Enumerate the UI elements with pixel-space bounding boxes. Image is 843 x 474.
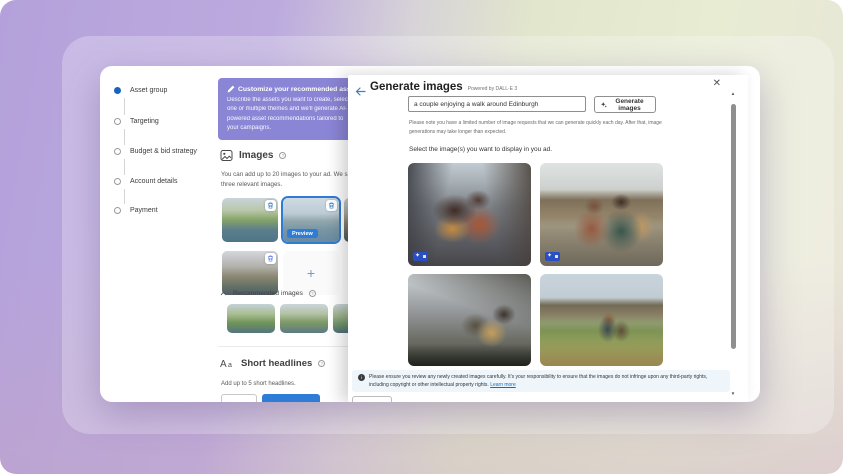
generated-image-3[interactable] — [408, 274, 531, 366]
dialog-scrollbar[interactable]: ▲ ▼ — [729, 91, 737, 396]
generate-images-button-label: Generate images — [610, 98, 649, 112]
back-button[interactable] — [355, 83, 366, 101]
disclaimer-line: including copyright or other intellectua… — [369, 382, 489, 388]
image-icon — [220, 149, 233, 162]
dialog-header: Generate images Powered by DALL·E 3 — [370, 81, 517, 93]
step-label: Asset group — [130, 87, 167, 94]
generated-image-2[interactable]: ✦ — [540, 163, 663, 266]
quota-note-line: generations may take longer than expecte… — [409, 128, 662, 137]
generated-image-1[interactable]: ✦ — [408, 163, 531, 266]
step-label: Account details — [130, 178, 177, 185]
scroll-down-arrow[interactable]: ▼ — [729, 391, 737, 396]
ads-wizard-window: Asset group Targeting Budget & bid strat… — [100, 66, 760, 402]
dialog-title: Generate images — [370, 81, 463, 93]
delete-image-button[interactable] — [265, 200, 276, 211]
generated-image-4[interactable] — [540, 274, 663, 366]
content-credentials-badge: ✦ — [413, 252, 428, 261]
step-budget-bid-strategy[interactable]: Budget & bid strategy — [114, 148, 197, 155]
dialog-button-cropped[interactable] — [352, 396, 392, 402]
stepper-connector — [124, 189, 125, 204]
images-section-title: Images — [239, 150, 273, 161]
stepper-connector — [124, 129, 125, 145]
close-button[interactable]: ✕ — [713, 79, 721, 89]
step-label: Budget & bid strategy — [130, 148, 197, 155]
primary-button-cropped[interactable] — [262, 394, 320, 402]
uploaded-image-thumbnail-selected[interactable]: Preview — [281, 196, 341, 244]
trash-icon — [267, 255, 274, 262]
uploaded-image-thumbnail[interactable] — [222, 251, 278, 295]
step-asset-group[interactable]: Asset group — [114, 87, 167, 94]
trash-icon — [328, 202, 335, 209]
info-icon — [358, 374, 365, 381]
help-icon[interactable] — [279, 152, 286, 159]
stepper-connector — [124, 98, 125, 115]
banner-title: Customize your recommended assets — [238, 86, 360, 93]
short-headlines-description: Add up to 5 short headlines. — [221, 381, 296, 387]
scrollbar-thumb[interactable] — [731, 104, 736, 349]
step-dot — [114, 148, 121, 155]
disclaimer-text: Please ensure you review any newly creat… — [369, 373, 722, 389]
svg-text:a: a — [228, 362, 232, 369]
uploaded-image-thumbnail[interactable] — [222, 198, 278, 242]
short-headlines-title: Short headlines — [241, 358, 312, 369]
recommended-image-thumbnail[interactable] — [280, 304, 328, 333]
delete-image-button[interactable] — [265, 253, 276, 264]
step-account-details[interactable]: Account details — [114, 178, 177, 185]
preview-badge[interactable]: Preview — [287, 229, 318, 238]
recommended-images-header[interactable]: Recommended images — [220, 290, 316, 297]
add-image-tile[interactable]: + — [283, 251, 339, 295]
generate-images-dialog: Generate images Powered by DALL·E 3 ✕ Ge… — [348, 75, 748, 402]
step-label: Targeting — [130, 118, 159, 125]
plus-icon: + — [307, 265, 315, 281]
chevron-up-icon — [220, 291, 227, 296]
recommended-images-label: Recommended images — [233, 290, 303, 297]
step-dot — [114, 178, 121, 185]
sparkle-icon — [601, 101, 607, 109]
powered-by-label: Powered by DALL·E 3 — [468, 86, 517, 92]
wizard-stepper: Asset group Targeting Budget & bid strat… — [100, 66, 218, 402]
help-icon[interactable] — [318, 360, 325, 367]
step-targeting[interactable]: Targeting — [114, 118, 159, 125]
generate-images-button[interactable]: Generate images — [594, 96, 656, 113]
delete-image-button[interactable] — [326, 200, 337, 211]
recommended-image-thumbnail[interactable] — [227, 304, 275, 333]
scroll-up-arrow[interactable]: ▲ — [729, 91, 737, 96]
prompt-input[interactable] — [408, 96, 586, 112]
step-payment[interactable]: Payment — [114, 207, 158, 214]
images-section-header: Images — [220, 149, 286, 162]
quota-note-line: Please note you have a limited number of… — [409, 119, 662, 128]
svg-text:A: A — [220, 359, 227, 369]
back-arrow-icon — [355, 87, 366, 96]
trash-icon — [267, 202, 274, 209]
quota-note: Please note you have a limited number of… — [409, 119, 662, 137]
select-images-label: Select the image(s) you want to display … — [409, 146, 552, 153]
pencil-icon — [227, 85, 235, 93]
marketing-background: Asset group Targeting Budget & bid strat… — [0, 0, 843, 474]
help-icon[interactable] — [309, 290, 316, 297]
stepper-connector — [124, 159, 125, 175]
step-dot-active — [114, 87, 121, 94]
step-label: Payment — [130, 207, 158, 214]
learn-more-link[interactable]: Learn more — [490, 382, 516, 388]
secondary-button-cropped[interactable] — [221, 394, 257, 402]
step-dot — [114, 207, 121, 214]
content-credentials-badge: ✦ — [545, 252, 560, 261]
review-disclaimer-banner: Please ensure you review any newly creat… — [352, 370, 730, 392]
text-icon: A a — [220, 357, 235, 369]
short-headlines-header: A a Short headlines — [220, 357, 325, 369]
disclaimer-line: Please ensure you review any newly creat… — [369, 374, 707, 380]
step-dot — [114, 118, 121, 125]
